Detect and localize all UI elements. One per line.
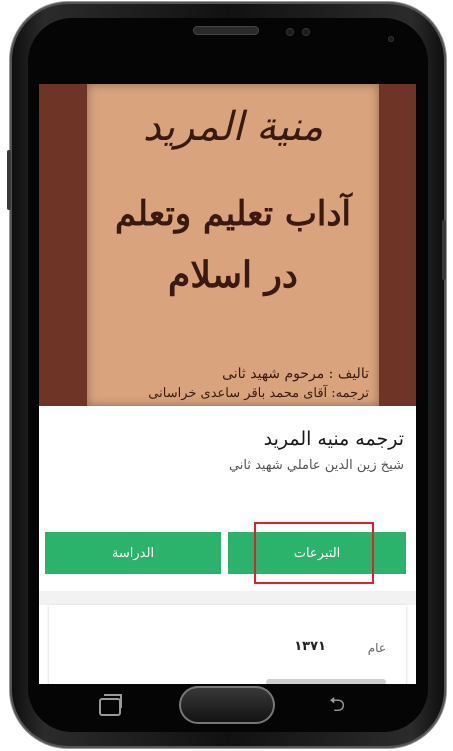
app-screen: منیة المرید آداب تعلیم وتعلم در اسلام تا…	[39, 84, 416, 684]
cover-translator-line: ترجمه: آقای محمد باقر ساعدی خراسانی	[148, 386, 369, 401]
proximity-sensor-icon	[388, 36, 394, 42]
book-info-sheet: ترجمه منيه المريد شيخ زين الدين عاملي شه…	[39, 406, 416, 684]
year-value: ۱۳۷۱	[294, 639, 326, 654]
power-button	[442, 220, 446, 280]
volume-button	[7, 150, 11, 210]
recent-apps-icon[interactable]	[99, 694, 122, 716]
year-label: عام	[367, 641, 386, 655]
android-nav-bar: ⮌	[39, 684, 416, 732]
cover-paper: منیة المرید آداب تعلیم وتعلم در اسلام تا…	[87, 84, 379, 406]
book-author: شيخ زين الدين عاملي شهيد ثاني	[228, 458, 404, 473]
study-button[interactable]: الدراسة	[45, 532, 221, 574]
back-icon[interactable]: ⮌	[329, 694, 351, 714]
speaker-grille	[193, 26, 259, 35]
book-title: ترجمه منيه المريد	[263, 428, 404, 450]
sensor-icon	[302, 28, 310, 36]
home-button-icon[interactable]	[179, 686, 275, 724]
cover-title: منیة المرید	[142, 104, 324, 150]
section-divider	[39, 591, 416, 605]
cover-subtitle-2: در اسلام	[168, 254, 298, 296]
book-cover: منیة المرید آداب تعلیم وتعلم در اسلام تا…	[39, 84, 416, 406]
front-camera-icon	[286, 28, 294, 36]
cover-subtitle-1: آداب تعلیم وتعلم	[115, 194, 351, 234]
cover-author-line: تالیف : مرحوم شهید ثانی	[222, 366, 369, 382]
details-card: عام ۱۳۷۱	[49, 605, 406, 684]
highlight-box	[254, 522, 374, 584]
